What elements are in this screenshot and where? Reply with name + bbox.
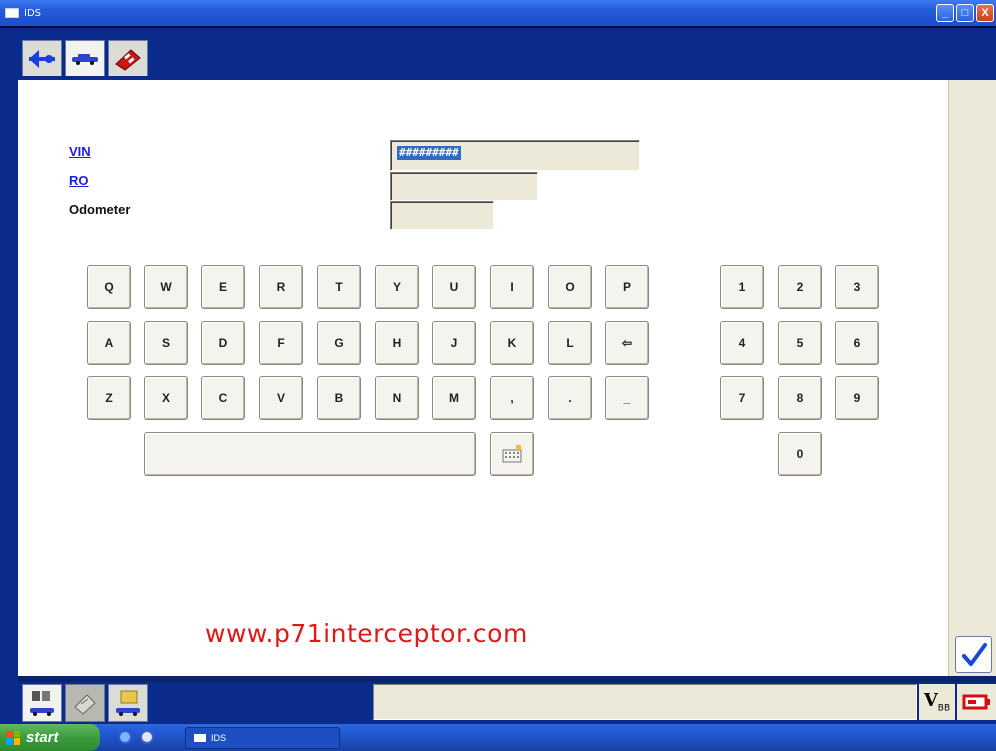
confirm-button[interactable]: [955, 636, 992, 673]
key-s[interactable]: S: [144, 321, 188, 365]
key-period[interactable]: .: [548, 376, 592, 420]
keyboard-icon: [502, 445, 522, 463]
key-1[interactable]: 1: [720, 265, 764, 309]
battery-status-indicator: [957, 684, 996, 720]
vbat-label: VBB: [923, 690, 951, 714]
keyboard-toggle-button[interactable]: [490, 432, 534, 476]
key-w[interactable]: W: [144, 265, 188, 309]
key-n[interactable]: N: [375, 376, 419, 420]
key-a[interactable]: A: [87, 321, 131, 365]
tab-toolbox[interactable]: [65, 684, 105, 722]
checkmark-icon: [961, 642, 987, 666]
key-d[interactable]: D: [201, 321, 245, 365]
left-frame: [0, 76, 18, 682]
battery-red-icon: [962, 694, 990, 710]
key-p[interactable]: P: [605, 265, 649, 309]
status-field: [373, 684, 917, 720]
right-panel: [948, 80, 996, 676]
key-c[interactable]: C: [201, 376, 245, 420]
key-8[interactable]: 8: [778, 376, 822, 420]
key-5[interactable]: 5: [778, 321, 822, 365]
key-j[interactable]: J: [432, 321, 476, 365]
vehicle-data-icon: [30, 691, 54, 716]
car-icon: [72, 53, 98, 65]
window-title-bar[interactable]: IDS _ □ X: [0, 0, 996, 26]
taskbar-item-label: IDS: [211, 733, 227, 743]
key-u[interactable]: U: [432, 265, 476, 309]
space-key[interactable]: [144, 432, 476, 476]
key-q[interactable]: Q: [87, 265, 131, 309]
key-o[interactable]: O: [548, 265, 592, 309]
window-title: IDS: [24, 7, 41, 19]
key-4[interactable]: 4: [720, 321, 764, 365]
windows-logo-icon: [6, 730, 20, 745]
key-b[interactable]: B: [317, 376, 361, 420]
key-underscore[interactable]: _: [605, 376, 649, 420]
key-3[interactable]: 3: [835, 265, 879, 309]
key-2[interactable]: 2: [778, 265, 822, 309]
app-toolbar: [0, 26, 996, 76]
key-f[interactable]: F: [259, 321, 303, 365]
window-controls: _ □ X: [936, 4, 994, 22]
tab-vehicle-data[interactable]: [22, 684, 62, 722]
close-button[interactable]: X: [976, 4, 994, 22]
key-z[interactable]: Z: [87, 376, 131, 420]
key-g[interactable]: G: [317, 321, 361, 365]
os-taskbar: start IDS: [0, 724, 996, 751]
app-window-icon: [5, 8, 19, 18]
bottom-toolbar: VBB: [0, 682, 996, 724]
watermark-text: www.p71interceptor.com: [205, 619, 528, 648]
key-0[interactable]: 0: [778, 432, 822, 476]
window-mini-icon: [194, 734, 206, 742]
key-h[interactable]: H: [375, 321, 419, 365]
backspace-key[interactable]: ⇦: [605, 321, 649, 365]
ro-field[interactable]: [390, 172, 538, 201]
ro-label[interactable]: RO: [69, 173, 89, 188]
start-label: start: [26, 729, 59, 746]
taskbar-item-ids[interactable]: IDS: [185, 727, 340, 749]
start-button[interactable]: start: [0, 724, 100, 751]
key-v[interactable]: V: [259, 376, 303, 420]
key-6[interactable]: 6: [835, 321, 879, 365]
key-7[interactable]: 7: [720, 376, 764, 420]
tab-vehicle[interactable]: [65, 40, 105, 76]
ie-quicklaunch-icon[interactable]: [118, 730, 132, 744]
minimize-button[interactable]: _: [936, 4, 954, 22]
key-e[interactable]: E: [201, 265, 245, 309]
folder-car-icon: [116, 690, 140, 716]
key-comma[interactable]: ,: [490, 376, 534, 420]
tab-sessions[interactable]: [108, 684, 148, 722]
vin-value: #########: [397, 146, 461, 160]
key-x[interactable]: X: [144, 376, 188, 420]
battery-voltage-indicator: VBB: [919, 684, 955, 720]
tab-tools[interactable]: [108, 40, 148, 76]
vin-field[interactable]: #########: [390, 140, 640, 171]
key-i[interactable]: I: [490, 265, 534, 309]
key-k[interactable]: K: [490, 321, 534, 365]
key-l[interactable]: L: [548, 321, 592, 365]
odometer-field[interactable]: [390, 201, 494, 230]
key-r[interactable]: R: [259, 265, 303, 309]
maximize-button[interactable]: □: [956, 4, 974, 22]
tab-back[interactable]: [22, 40, 62, 76]
vin-label[interactable]: VIN: [69, 144, 91, 159]
key-9[interactable]: 9: [835, 376, 879, 420]
toolbox-gray-icon: [74, 694, 96, 715]
toolbox-icon: [115, 48, 141, 71]
key-m[interactable]: M: [432, 376, 476, 420]
explorer-quicklaunch-icon[interactable]: [140, 730, 154, 744]
blue-arrow-icon: [29, 49, 55, 68]
key-t[interactable]: T: [317, 265, 361, 309]
main-panel: VIN RO Odometer ######### Q W E R T Y U …: [18, 80, 948, 676]
key-y[interactable]: Y: [375, 265, 419, 309]
odometer-label: Odometer: [69, 202, 131, 217]
